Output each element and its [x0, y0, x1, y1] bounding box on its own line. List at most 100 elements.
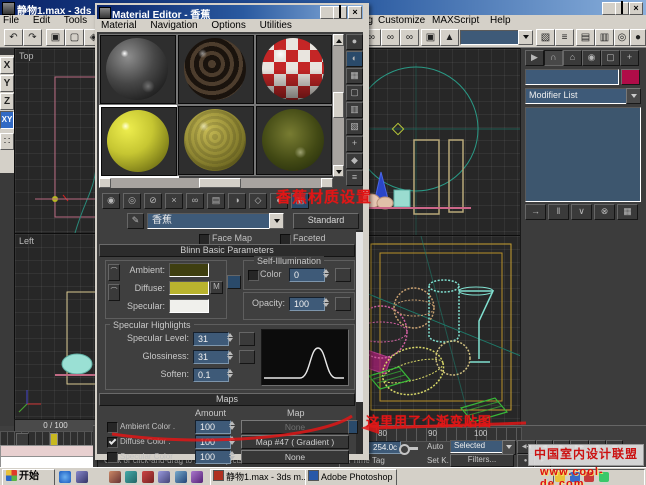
- lock-diffuse-icon[interactable]: ⌒: [108, 284, 120, 301]
- diffuse-amount-field[interactable]: 100: [195, 435, 231, 449]
- sample-vscrollbar[interactable]: [333, 34, 344, 175]
- select-by-material-icon[interactable]: ◆: [346, 153, 363, 169]
- diffuse-color-swatch[interactable]: [169, 281, 209, 295]
- unlink-selection-icon[interactable]: ∞: [381, 29, 400, 46]
- scroll-up-icon[interactable]: [336, 39, 342, 43]
- modifier-list-dropdown[interactable]: Modifier List: [525, 88, 630, 104]
- remove-modifier-icon[interactable]: ⊗: [594, 204, 615, 220]
- ambient-map-button[interactable]: None: [241, 420, 349, 434]
- tab-hierarchy-icon[interactable]: ⌂: [563, 50, 582, 66]
- self-illum-color-checkbox[interactable]: [248, 270, 259, 281]
- me-menu-options[interactable]: Options: [211, 20, 245, 31]
- opacity-map-button[interactable]: [335, 297, 351, 311]
- menu-help[interactable]: Help: [490, 15, 511, 27]
- diffuse-color-map-checkbox[interactable]: [107, 437, 118, 448]
- select-link-icon[interactable]: ▣: [46, 29, 65, 46]
- menu-maxscript[interactable]: MAXScript: [432, 15, 479, 27]
- auto-key-button[interactable]: Auto: [427, 442, 443, 451]
- quick-render-icon[interactable]: ●: [630, 29, 646, 46]
- restore-button[interactable]: [615, 2, 629, 15]
- filters-button[interactable]: Filters...: [450, 454, 514, 467]
- redo-icon[interactable]: ↷: [23, 29, 42, 46]
- bind-icon[interactable]: ∞: [400, 29, 419, 46]
- specular-amount-spinner[interactable]: [227, 450, 236, 461]
- material-id-channel-icon[interactable]: ◑: [228, 193, 246, 209]
- soften-spinner[interactable]: [225, 368, 234, 379]
- opacity-spinner[interactable]: [321, 297, 330, 308]
- selection-filter-icon[interactable]: ▣: [421, 29, 440, 46]
- menu-edit[interactable]: Edit: [33, 15, 50, 26]
- set-key-button[interactable]: Set K.: [427, 456, 449, 465]
- tab-modify-icon[interactable]: ∩: [544, 50, 563, 66]
- tab-create-icon[interactable]: ▶: [525, 50, 544, 66]
- make-unique-material-icon[interactable]: ∞: [186, 193, 204, 209]
- material-name-arrow-icon[interactable]: [269, 213, 284, 229]
- lock-ambient-diffuse-button[interactable]: [227, 275, 241, 289]
- put-material-icon[interactable]: ◎: [123, 193, 141, 209]
- select-object-icon[interactable]: ▲: [440, 29, 459, 46]
- render-setup-icon[interactable]: ◎: [614, 29, 630, 46]
- hscroll-thumb[interactable]: [199, 178, 241, 188]
- quicklaunch-icon[interactable]: [142, 471, 154, 483]
- quicklaunch-ie-icon[interactable]: [59, 471, 71, 483]
- show-end-result-icon[interactable]: ‖: [548, 204, 569, 220]
- material-slot-3[interactable]: [255, 34, 333, 105]
- self-illum-value-field[interactable]: 0: [289, 268, 325, 282]
- specular-level-field[interactable]: 31: [193, 332, 229, 346]
- schematic-view-icon[interactable]: ▥: [595, 29, 614, 46]
- material-slot-2[interactable]: [177, 34, 255, 105]
- task-3dsmax-button[interactable]: 静物1.max - 3ds m...: [210, 469, 306, 485]
- glossiness-field[interactable]: 31: [193, 350, 229, 364]
- menu-customize[interactable]: Customize: [378, 15, 425, 27]
- soften-field[interactable]: 0.1: [193, 368, 229, 382]
- me-menu-navigation[interactable]: Navigation: [150, 20, 197, 31]
- curve-editor-icon[interactable]: ▤: [576, 29, 595, 46]
- material-slot-5[interactable]: [177, 105, 255, 176]
- quicklaunch-icon[interactable]: [158, 471, 170, 483]
- specular-color-swatch[interactable]: [169, 299, 209, 313]
- maps-rollout-header[interactable]: Maps: [99, 393, 355, 406]
- glossiness-map-button[interactable]: [239, 350, 255, 364]
- quicklaunch-icon[interactable]: [92, 471, 104, 483]
- specular-map-button[interactable]: None: [241, 450, 349, 464]
- specular-amount-field[interactable]: 100: [195, 450, 231, 464]
- pin-stack-icon[interactable]: →: [525, 204, 546, 220]
- quicklaunch-icon[interactable]: [125, 471, 137, 483]
- minimize-button[interactable]: [602, 2, 616, 15]
- undo-icon[interactable]: ↶: [4, 29, 23, 46]
- specular-level-map-button[interactable]: [239, 332, 255, 346]
- configure-stack-icon[interactable]: ▦: [617, 204, 638, 220]
- quicklaunch-desktop-icon[interactable]: [76, 471, 88, 483]
- make-unique-icon[interactable]: ∨: [571, 204, 592, 220]
- sample-uv-tiling-icon[interactable]: ▢: [346, 85, 363, 101]
- menu-tools[interactable]: Tools: [64, 15, 87, 26]
- put-to-library-icon[interactable]: ▤: [207, 193, 225, 209]
- selection-set-arrow-icon[interactable]: [502, 440, 516, 455]
- specular-color-map-checkbox[interactable]: [107, 452, 118, 463]
- show-map-in-viewport-icon[interactable]: ◇: [249, 193, 267, 209]
- snap-toggle-icon[interactable]: ∷: [0, 133, 14, 150]
- maps-lock-button[interactable]: [348, 420, 358, 434]
- modifier-list-arrow-icon[interactable]: [626, 88, 641, 104]
- mirror-icon[interactable]: ▧: [536, 29, 555, 46]
- axis-x-button[interactable]: X: [0, 57, 14, 74]
- sample-type-icon[interactable]: ●: [346, 34, 363, 50]
- params-scroll-thumb[interactable]: [356, 232, 363, 402]
- material-map-navigator-icon[interactable]: ≡: [346, 170, 363, 186]
- pick-material-eyedropper-icon[interactable]: ✎: [127, 213, 144, 229]
- options-icon[interactable]: +: [346, 136, 363, 152]
- backlight-icon[interactable]: ◐: [346, 51, 363, 67]
- lock-ambient-icon[interactable]: ⌒: [108, 264, 120, 281]
- self-illum-map-button[interactable]: [335, 268, 351, 282]
- quicklaunch-icon[interactable]: [191, 471, 203, 483]
- specular-level-spinner[interactable]: [225, 332, 234, 343]
- background-icon[interactable]: ▦: [346, 68, 363, 84]
- diffuse-map-shortcut-button[interactable]: M: [210, 281, 223, 294]
- named-selection-arrow-icon[interactable]: [518, 30, 533, 45]
- ambient-amount-field[interactable]: 100: [195, 420, 231, 434]
- self-illum-spinner[interactable]: [321, 268, 330, 279]
- object-color-swatch[interactable]: [621, 69, 640, 85]
- ambient-color-map-checkbox[interactable]: [107, 422, 118, 433]
- scroll-down-icon[interactable]: [336, 170, 342, 174]
- quicklaunch-icon[interactable]: [109, 471, 121, 483]
